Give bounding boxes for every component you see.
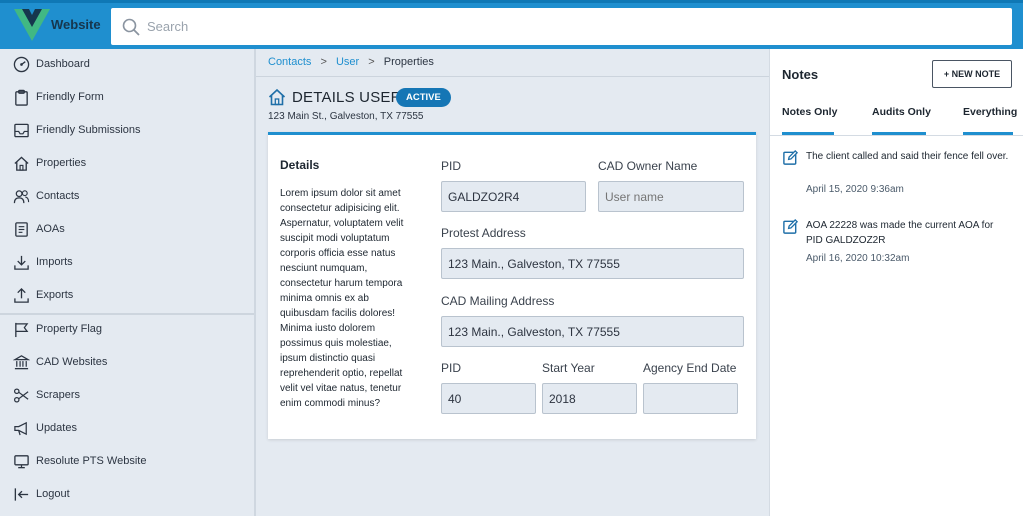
sidebar-item-resolute-pts-website[interactable]: Resolute PTS Website	[0, 446, 254, 479]
cad-owner-name-label: CAD Owner Name	[598, 159, 698, 173]
sidebar-item-label: Resolute PTS Website	[36, 455, 147, 467]
document-icon	[15, 222, 28, 237]
search-bar	[111, 8, 1012, 45]
home-icon	[14, 156, 29, 171]
logo-icon	[14, 9, 50, 41]
top-bar: Website	[0, 0, 1023, 49]
cad-mailing-address-field[interactable]	[441, 316, 744, 347]
page-title: DETAILS USER	[292, 89, 402, 106]
sidebar-item-updates[interactable]: Updates	[0, 413, 254, 446]
note-timestamp: April 16, 2020 10:32am	[806, 253, 910, 264]
search-input[interactable]	[147, 8, 997, 45]
logout-icon	[14, 488, 29, 501]
sidebar-item-label: Contacts	[36, 190, 80, 202]
breadcrumb-separator: >	[320, 56, 327, 68]
sidebar-item-aoas[interactable]: AOAs	[0, 214, 254, 247]
cad-mailing-address-label: CAD Mailing Address	[441, 294, 555, 308]
sidebar-item-label: Friendly Form	[36, 91, 104, 103]
protest-address-label: Protest Address	[441, 226, 526, 240]
protest-address-field[interactable]	[441, 248, 744, 279]
sidebar-item-label: Dashboard	[36, 58, 90, 70]
sidebar-item-label: Friendly Submissions	[36, 124, 141, 136]
notes-panel: Notes + NEW NOTE Notes Only Audits Only …	[769, 49, 1023, 516]
sidebar-item-label: Logout	[36, 488, 70, 500]
sidebar-item-scrapers[interactable]: Scrapers	[0, 380, 254, 413]
breadcrumb-current: Properties	[383, 56, 434, 68]
upload-icon	[14, 287, 29, 303]
sidebar-item-properties[interactable]: Properties	[0, 148, 254, 181]
breadcrumb: Contacts > User > Properties	[268, 56, 434, 68]
sidebar-item-label: AOAs	[36, 223, 65, 235]
sidebar-item-label: Properties	[36, 157, 87, 169]
edit-icon	[783, 149, 799, 165]
details-description: Lorem ipsum dolor sit amet consectetur a…	[280, 188, 404, 409]
agency-end-date-field[interactable]	[643, 383, 738, 414]
status-badge: ACTIVE	[396, 88, 451, 107]
new-note-button[interactable]: + NEW NOTE	[932, 60, 1012, 88]
sidebar-item-property-flag[interactable]: Property Flag	[0, 314, 254, 347]
tab-notes-only[interactable]: Notes Only	[782, 101, 838, 135]
details-card: Details Lorem ipsum dolor sit amet conse…	[268, 132, 756, 439]
sidebar-item-friendly-submissions[interactable]: Friendly Submissions	[0, 115, 254, 148]
dashboard-icon	[13, 56, 30, 73]
flag-icon	[15, 322, 29, 338]
sidebar-item-label: Property Flag	[36, 323, 103, 335]
details-title: Details	[280, 158, 320, 172]
brand-name[interactable]: Website	[51, 17, 101, 32]
edit-icon	[783, 218, 799, 234]
start-year-field[interactable]	[542, 383, 637, 414]
sidebar-item-imports[interactable]: Imports	[0, 247, 254, 280]
breadcrumb-user[interactable]: User	[336, 56, 359, 68]
pid-label: PID	[441, 159, 462, 173]
sidebar-item-label: Scrapers	[36, 389, 81, 401]
breadcrumb-contacts[interactable]: Contacts	[268, 56, 311, 68]
note-timestamp: April 15, 2020 9:36am	[806, 184, 904, 195]
tab-label: Notes Only	[782, 106, 838, 118]
sidebar-item-contacts[interactable]: Contacts	[0, 181, 254, 214]
megaphone-icon	[14, 421, 27, 436]
start-year-label: Start Year	[542, 361, 595, 375]
sidebar-item-label: Exports	[36, 289, 74, 301]
sidebar-item-label: Imports	[36, 256, 73, 268]
agency-end-date-label: Agency End Date	[643, 361, 737, 375]
tab-audits-only[interactable]: Audits Only	[872, 101, 931, 135]
clipboard-icon	[15, 89, 28, 106]
breadcrumb-divider	[256, 76, 769, 77]
cad-owner-name-field[interactable]	[598, 181, 744, 212]
inbox-icon	[14, 123, 29, 138]
tab-everything[interactable]: Everything	[963, 101, 1018, 135]
note-text: AOA 22228 was made the current AOA for P…	[806, 220, 994, 246]
pid-field[interactable]	[441, 181, 586, 212]
bank-icon	[13, 355, 30, 370]
tab-label: Audits Only	[872, 106, 931, 118]
pid-number-field[interactable]	[441, 383, 536, 414]
sidebar-item-friendly-form[interactable]: Friendly Form	[0, 82, 254, 115]
people-icon	[13, 190, 30, 204]
monitor-icon	[14, 455, 29, 469]
page-subtitle-address: 123 Main St., Galveston, TX 77555	[268, 111, 424, 122]
download-icon	[14, 255, 29, 270]
sidebar-item-logout[interactable]: Logout	[0, 479, 254, 512]
notes-title: Notes	[782, 67, 819, 82]
scissors-icon	[13, 388, 29, 403]
breadcrumb-separator: >	[368, 56, 375, 68]
home-icon	[268, 88, 286, 106]
notes-divider	[770, 135, 1023, 136]
pid-number-label: PID	[441, 361, 462, 375]
note-text: The client called and said their fence f…	[806, 151, 1009, 162]
search-icon	[122, 18, 140, 36]
sidebar-item-exports[interactable]: Exports	[0, 280, 254, 313]
sidebar-item-cad-websites[interactable]: CAD Websites	[0, 347, 254, 380]
sidebar-item-label: Updates	[36, 422, 77, 434]
sidebar: Dashboard Friendly Form Friendly Submiss…	[0, 49, 256, 516]
sidebar-item-label: CAD Websites	[36, 356, 108, 368]
tab-label: Everything	[963, 106, 1018, 118]
sidebar-item-dashboard[interactable]: Dashboard	[0, 49, 254, 82]
